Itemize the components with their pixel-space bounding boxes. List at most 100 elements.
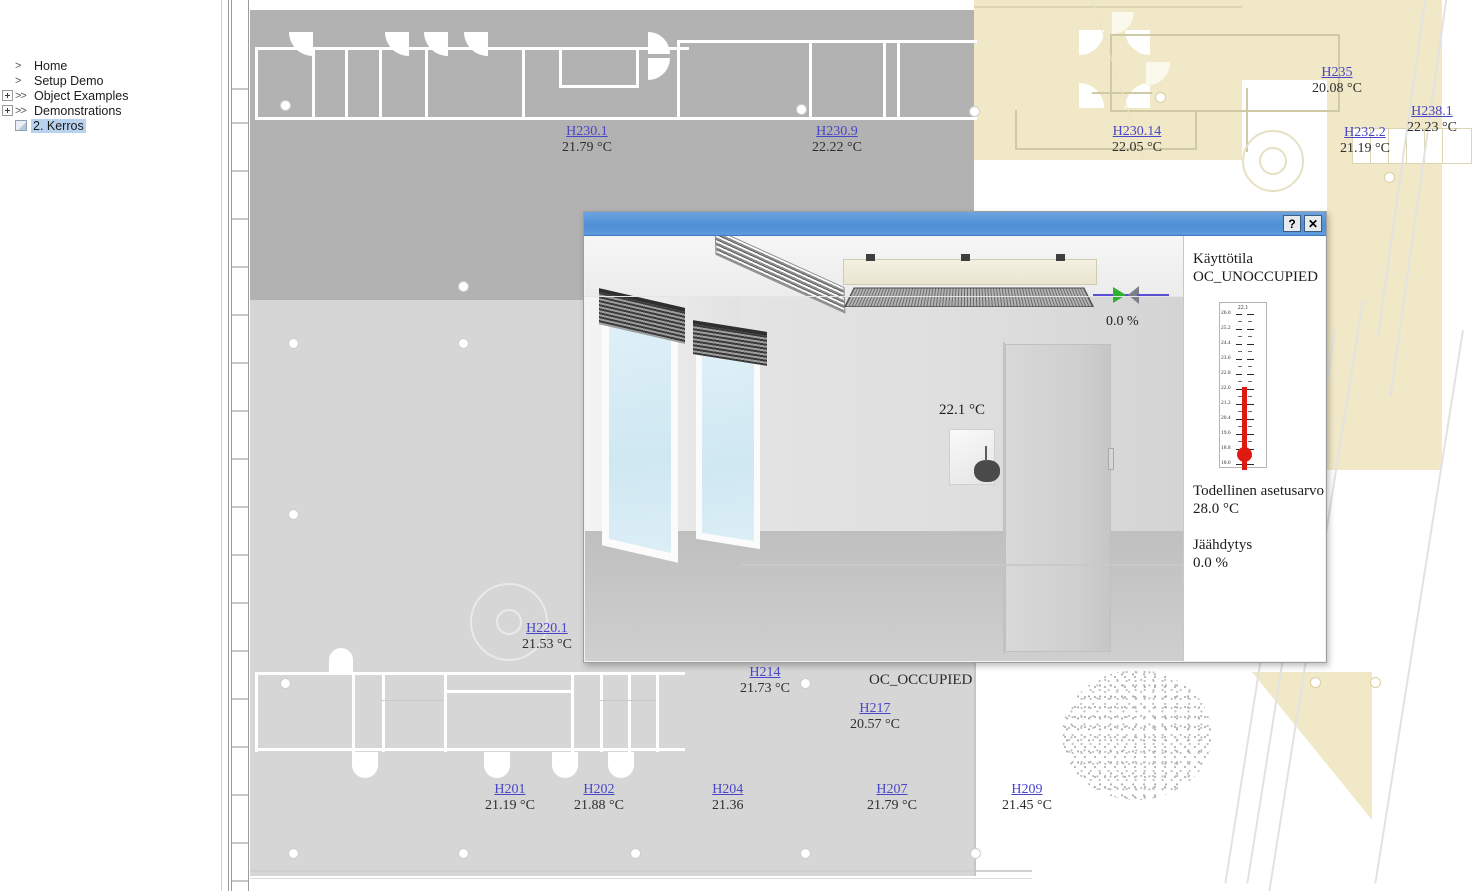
room-temperature: 22.22 °C <box>812 139 862 155</box>
room-temperature: 22.05 °C <box>1112 139 1162 155</box>
chevron-double-right-icon: >> <box>15 89 27 102</box>
room-detail-dialog[interactable]: ? ✕ 0.0 % 22.1 °C Käyttötila OC_UNOCCUPI… <box>583 211 1327 663</box>
room-3d-view[interactable]: 0.0 % 22.1 °C <box>585 236 1183 661</box>
stairwell-hub <box>496 609 522 635</box>
wall-segment <box>677 117 977 120</box>
room-temperature: 21.53 °C <box>522 636 572 652</box>
thermometer-tick-label: 24.4 <box>1221 340 1231 346</box>
sensor-dot[interactable] <box>1155 92 1166 103</box>
sensor-dot[interactable] <box>458 338 469 349</box>
room-link[interactable]: H232.2 <box>1340 125 1390 141</box>
room-link[interactable]: H207 <box>867 782 917 798</box>
room-link[interactable]: H204 <box>712 782 744 798</box>
temperature-thermometer: 22.1 26.0 25.2 24.4 23.6 22.8 22.0 21.2 … <box>1219 302 1267 470</box>
sensor-dot[interactable] <box>288 848 299 859</box>
room-label-H232-2[interactable]: H232.2 21.19 °C <box>1340 125 1390 156</box>
sidebar-item-object-examples[interactable]: >> Object Examples <box>0 88 221 103</box>
room-label-H207[interactable]: H207 21.79 °C <box>867 782 917 813</box>
sensor-dot[interactable] <box>280 100 291 111</box>
thermometer-tick-label: 26.0 <box>1221 310 1231 316</box>
sensor-dot[interactable] <box>630 848 641 859</box>
thermostat-knob[interactable] <box>974 446 1000 482</box>
sidebar-item-setup-demo[interactable]: > Setup Demo <box>0 73 221 88</box>
room-label-H217[interactable]: H217 20.57 °C <box>850 701 900 732</box>
thermometer-tick-label: 20.4 <box>1221 415 1231 421</box>
room-label-H209[interactable]: H209 21.45 °C <box>1002 782 1052 813</box>
sensor-dot[interactable] <box>458 281 469 292</box>
chilled-beam-housing <box>843 259 1097 285</box>
room-temperature: 21.88 °C <box>574 797 624 813</box>
sensor-dot[interactable] <box>969 106 980 117</box>
room-label-H204[interactable]: H204 21.36 <box>712 782 744 813</box>
wall-segment <box>379 47 382 120</box>
dialog-titlebar[interactable]: ? ✕ <box>584 212 1326 236</box>
tree-expander-placeholder <box>2 120 13 131</box>
door-3d[interactable] <box>1005 344 1111 652</box>
room-label-H214[interactable]: H214 21.73 °C <box>740 665 790 696</box>
sensor-dot[interactable] <box>288 338 299 349</box>
sensor-dot[interactable] <box>796 104 807 115</box>
room-link[interactable]: H214 <box>740 665 790 681</box>
wall-segment <box>628 672 631 752</box>
room-link[interactable]: H209 <box>1002 782 1052 798</box>
sidebar-item-2-kerros[interactable]: 2. Kerros <box>0 118 221 133</box>
sidebar-item-home[interactable]: > Home <box>0 58 221 73</box>
sensor-dot[interactable] <box>800 678 811 689</box>
room-temperature: 21.19 °C <box>485 797 535 813</box>
sensor-dot[interactable] <box>1310 677 1321 688</box>
wall-segment <box>677 40 680 120</box>
thermometer-tick-label: 18.0 <box>1221 460 1231 466</box>
room-label-H202[interactable]: H202 21.88 °C <box>574 782 624 813</box>
room-link[interactable]: H202 <box>574 782 624 798</box>
sidebar-item-label: Object Examples <box>34 88 129 103</box>
wall-segment <box>444 672 447 752</box>
sensor-dot[interactable] <box>800 848 811 859</box>
tree-expander-placeholder <box>2 60 13 71</box>
sidebar-item-demonstrations[interactable]: >> Demonstrations <box>0 103 221 118</box>
wall-segment <box>636 47 639 88</box>
dialog-body: 0.0 % 22.1 °C Käyttötila OC_UNOCCUPIED 2… <box>585 236 1325 661</box>
room-temperature: 20.57 °C <box>850 716 900 732</box>
sensor-dot[interactable] <box>1384 172 1395 183</box>
room-link[interactable]: H220.1 <box>522 621 572 637</box>
valve-icon[interactable] <box>1113 287 1126 303</box>
room-link[interactable]: H235 <box>1312 65 1362 81</box>
room-label-H238-1[interactable]: H238.1 22.23 °C <box>1407 104 1457 135</box>
room-label-H220-1[interactable]: H220.1 21.53 °C <box>522 621 572 652</box>
sensor-dot[interactable] <box>1370 677 1381 688</box>
room-link[interactable]: H217 <box>850 701 900 717</box>
room-temperature: 20.08 °C <box>1312 80 1362 96</box>
wall-segment <box>255 117 689 120</box>
expand-plus-icon[interactable] <box>2 105 13 116</box>
door-swing-arc <box>552 752 578 778</box>
sidebar-item-label: Home <box>34 58 68 73</box>
room-link[interactable]: H230.1 <box>562 124 612 140</box>
occupancy-state-label: OC_OCCUPIED <box>869 672 973 688</box>
help-button[interactable]: ? <box>1283 215 1301 232</box>
thermometer-tick-label: 21.2 <box>1221 400 1231 406</box>
chevron-double-right-icon: >> <box>15 104 27 117</box>
page-document-icon <box>15 120 27 131</box>
sensor-dot[interactable] <box>970 848 981 859</box>
room-label-H230-1[interactable]: H230.1 21.79 °C <box>562 124 612 155</box>
sensor-dot[interactable] <box>280 678 291 689</box>
room-link[interactable]: H201 <box>485 782 535 798</box>
sensor-dot[interactable] <box>458 848 469 859</box>
door-handle[interactable] <box>1108 448 1114 470</box>
wall-segment <box>1110 34 1340 36</box>
room-link[interactable]: H230.9 <box>812 124 862 140</box>
room-temperature-value: 22.1 °C <box>939 402 986 418</box>
room-label-H201[interactable]: H201 21.19 °C <box>485 782 535 813</box>
room-thermostat[interactable] <box>949 429 1000 485</box>
room-label-H230-9[interactable]: H230.9 22.22 °C <box>812 124 862 155</box>
thermometer-tick-label: 22.0 <box>1221 385 1231 391</box>
room-label-H230-14[interactable]: H230.14 22.05 °C <box>1112 124 1162 155</box>
room-link[interactable]: H230.14 <box>1112 124 1162 140</box>
sensor-dot[interactable] <box>288 509 299 520</box>
room-label-H235[interactable]: H235 20.08 °C <box>1312 65 1362 96</box>
beam-mount-clip <box>1056 254 1065 261</box>
room-temperature: 21.45 °C <box>1002 797 1052 813</box>
expand-plus-icon[interactable] <box>2 90 13 101</box>
room-link[interactable]: H238.1 <box>1407 104 1457 120</box>
close-button[interactable]: ✕ <box>1304 215 1322 232</box>
